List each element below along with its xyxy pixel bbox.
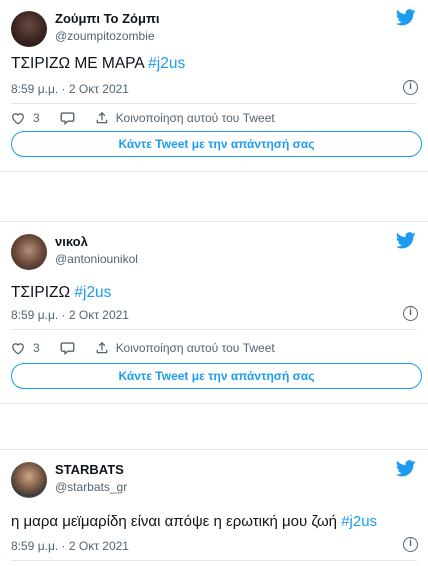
tweet-actions: 3 Κοινοποίηση αυτού του Tweet xyxy=(11,109,275,127)
speech-bubble-icon xyxy=(60,112,75,125)
user-handle[interactable]: @zoumpitozombie xyxy=(55,29,155,43)
tweet-card[interactable]: νικολ @antoniounikol ΤΣΙΡΙΖΩ #j2us 8:59 … xyxy=(0,221,428,404)
twitter-bird-icon[interactable] xyxy=(396,460,416,477)
display-name[interactable]: STARBATS xyxy=(55,462,124,477)
tweet-timestamp[interactable]: 8:59 μ.μ. · 2 Οκτ 2021 xyxy=(11,539,129,553)
hashtag-link[interactable]: #j2us xyxy=(148,55,185,72)
share-button[interactable]: Κοινοποίηση αυτού του Tweet xyxy=(95,341,275,355)
info-icon[interactable]: i xyxy=(403,80,418,95)
like-count: 3 xyxy=(33,111,40,125)
tweet-actions: 3 Κοινοποίηση αυτού του Tweet xyxy=(11,339,275,357)
info-icon[interactable]: i xyxy=(403,306,418,321)
share-label: Κοινοποίηση αυτού του Tweet xyxy=(115,111,275,125)
tweet-card[interactable]: Ζούμπι Το Ζόμπι @zoumpitozombie ΤΣΙΡΙΖΩ … xyxy=(0,0,428,172)
like-button[interactable]: 3 xyxy=(11,341,60,355)
share-upload-icon xyxy=(96,341,107,354)
display-name[interactable]: νικολ xyxy=(55,234,88,249)
user-handle[interactable]: @antoniounikol xyxy=(55,252,138,266)
hashtag-link[interactable]: #j2us xyxy=(74,284,111,301)
reply-tweet-button[interactable]: Κάντε Tweet με την απάντησή σας xyxy=(11,131,422,157)
tweet-card[interactable]: STARBATS @starbats_gr η μαρα μεϊμαρίδη ε… xyxy=(0,449,428,566)
heart-icon xyxy=(12,342,24,355)
share-button[interactable]: Κοινοποίηση αυτού του Tweet xyxy=(95,111,275,125)
share-label: Κοινοποίηση αυτού του Tweet xyxy=(115,341,275,355)
share-upload-icon xyxy=(96,111,107,124)
tweet-timestamp[interactable]: 8:59 μ.μ. · 2 Οκτ 2021 xyxy=(11,308,129,322)
tweet-text: ΤΣΙΡΙΖΩ ΜΕ ΜΑΡΑ #j2us xyxy=(11,55,186,72)
speech-bubble-icon xyxy=(60,342,75,355)
avatar[interactable] xyxy=(11,234,47,270)
heart-icon xyxy=(12,112,24,125)
avatar[interactable] xyxy=(11,462,47,498)
avatar[interactable] xyxy=(11,11,47,47)
tweet-text: ΤΣΙΡΙΖΩ #j2us xyxy=(11,284,112,301)
hashtag-link[interactable]: #j2us xyxy=(341,513,377,530)
twitter-bird-icon[interactable] xyxy=(396,9,416,26)
divider xyxy=(11,560,417,561)
like-button[interactable]: 3 xyxy=(11,111,60,125)
user-handle[interactable]: @starbats_gr xyxy=(55,480,127,494)
tweet-text: η μαρα μεϊμαρίδη είναι απόψε η ερωτική μ… xyxy=(11,513,378,530)
divider xyxy=(11,103,417,104)
reply-tweet-button[interactable]: Κάντε Tweet με την απάντησή σας xyxy=(11,363,422,389)
reply-icon-button[interactable] xyxy=(60,111,75,125)
divider xyxy=(11,329,417,330)
reply-icon-button[interactable] xyxy=(60,341,75,355)
twitter-bird-icon[interactable] xyxy=(396,232,416,249)
tweet-timestamp[interactable]: 8:59 μ.μ. · 2 Οκτ 2021 xyxy=(11,82,129,96)
like-count: 3 xyxy=(33,341,40,355)
info-icon[interactable]: i xyxy=(403,537,418,552)
display-name[interactable]: Ζούμπι Το Ζόμπι xyxy=(55,11,160,26)
